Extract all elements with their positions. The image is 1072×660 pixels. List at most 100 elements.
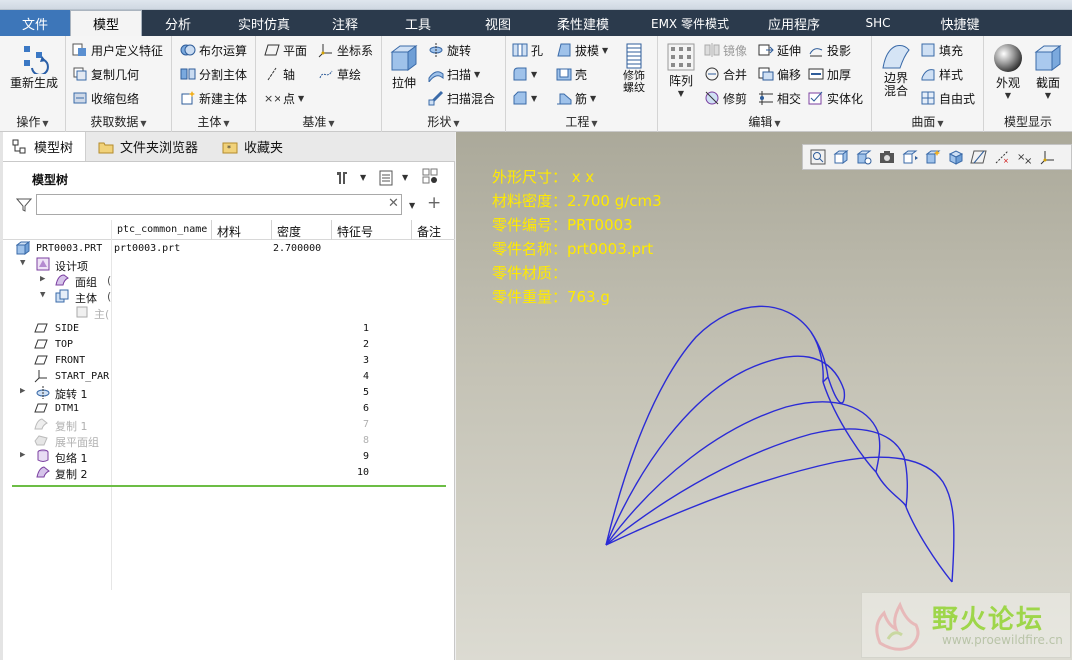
- tree-row-datum-front[interactable]: FRONT 3: [0, 352, 455, 368]
- tab-annotate[interactable]: 注释: [314, 10, 376, 36]
- hole-button[interactable]: 孔: [512, 40, 543, 60]
- display-style-icon[interactable]: [901, 148, 919, 166]
- sketch-button[interactable]: 草绘: [318, 64, 361, 84]
- column-notes[interactable]: 备注: [417, 223, 441, 240]
- expand-arrow-icon[interactable]: ▶: [20, 450, 25, 460]
- search-dropdown-icon[interactable]: ▼: [409, 201, 415, 210]
- tree-row-design-items[interactable]: ▼ 设计项: [0, 256, 455, 273]
- axis-button[interactable]: 轴: [264, 64, 295, 84]
- tab-live-simulation[interactable]: 实时仿真: [214, 10, 314, 36]
- tree-settings-dropdown-icon[interactable]: ▼: [360, 173, 366, 182]
- tree-row-datum-side[interactable]: SIDE 1: [0, 320, 455, 336]
- tree-row-dtm1[interactable]: DTM1 6: [0, 400, 455, 416]
- boolean-button[interactable]: 布尔运算: [180, 40, 247, 60]
- show-columns-icon[interactable]: [378, 170, 394, 186]
- point-display-icon[interactable]: ××: [1016, 148, 1034, 166]
- group-surfaces-label[interactable]: 曲面 ▼: [872, 113, 983, 130]
- tree-row-bodies[interactable]: ▼ 主体 (: [0, 288, 455, 305]
- offset-button[interactable]: 偏移: [758, 64, 801, 84]
- boundary-blend-button[interactable]: 边界混合: [876, 42, 916, 98]
- coordsys-button[interactable]: 坐标系: [318, 40, 373, 60]
- axis-display-icon[interactable]: ×: [993, 148, 1011, 166]
- plane-button[interactable]: 平面: [264, 40, 307, 60]
- group-datum-label[interactable]: 基准 ▼: [256, 113, 381, 130]
- tree-row-revolve[interactable]: ▶ 旋转 1 5: [0, 384, 455, 401]
- split-body-button[interactable]: 分割主体: [180, 64, 247, 84]
- project-button[interactable]: 投影: [808, 40, 851, 60]
- tab-tools[interactable]: 工具: [376, 10, 460, 36]
- group-shapes-label[interactable]: 形状 ▼: [382, 113, 505, 130]
- graphics-window[interactable]: × × × 外形尺寸： x x 材料密度：2.700 g/cm3 零件编号：PRT…: [456, 132, 1072, 660]
- draft-button[interactable]: 拔模 ▼: [556, 40, 608, 60]
- tab-folder-browser[interactable]: 文件夹浏览器: [86, 132, 210, 161]
- style-button[interactable]: 样式: [920, 64, 963, 84]
- insert-indicator-line[interactable]: [12, 485, 446, 487]
- wireframe-curve[interactable]: [605, 456, 955, 583]
- freestyle-button[interactable]: 自由式: [920, 88, 975, 108]
- tree-row-coordsys[interactable]: START_PAR 4: [0, 368, 455, 384]
- column-common-name[interactable]: ptc_common_name: [117, 224, 207, 235]
- extend-button[interactable]: 延伸: [758, 40, 801, 60]
- tree-row-main-body[interactable]: 主(: [0, 304, 455, 321]
- add-filter-icon[interactable]: +: [427, 193, 441, 213]
- wireframe-curve[interactable]: [822, 381, 907, 508]
- perspective-icon[interactable]: [924, 148, 942, 166]
- wireframe-curve[interactable]: [605, 401, 881, 546]
- tree-row-quilts[interactable]: ▶ 面组 (: [0, 272, 455, 289]
- filter-funnel-icon[interactable]: [16, 197, 32, 213]
- group-editing-label[interactable]: 编辑 ▼: [658, 113, 871, 130]
- collapse-arrow-icon[interactable]: ▼: [20, 258, 25, 268]
- udf-button[interactable]: 用户定义特征: [72, 40, 163, 60]
- tab-shc[interactable]: SHC: [838, 10, 918, 36]
- appearance-button[interactable]: 外观 ▼: [988, 42, 1028, 100]
- point-button[interactable]: ×× 点 ▼: [264, 88, 304, 108]
- pattern-button[interactable]: 阵列 ▼: [662, 42, 700, 98]
- expand-arrow-icon[interactable]: ▶: [40, 274, 45, 284]
- tab-model[interactable]: 模型: [70, 10, 142, 36]
- column-feature-number[interactable]: 特征号: [337, 223, 373, 240]
- sweep-button[interactable]: 扫描 ▼: [428, 64, 480, 84]
- tree-filter-toggle-icon[interactable]: [422, 168, 438, 184]
- tab-analysis[interactable]: 分析: [142, 10, 214, 36]
- wireframe-curve[interactable]: [605, 355, 846, 546]
- rib-button[interactable]: 筋 ▼: [556, 88, 596, 108]
- tab-favorites[interactable]: * 收藏夹: [210, 132, 295, 161]
- cosmetic-thread-button[interactable]: 修饰螺纹: [616, 42, 652, 94]
- group-get-data-label[interactable]: 获取数据 ▼: [66, 113, 171, 130]
- group-operations-label[interactable]: 操作 ▼: [0, 113, 65, 130]
- clear-search-icon[interactable]: ✕: [388, 196, 399, 211]
- expand-arrow-icon[interactable]: ▶: [20, 386, 25, 396]
- tab-applications[interactable]: 应用程序: [750, 10, 838, 36]
- swept-blend-button[interactable]: 扫描混合: [428, 88, 495, 108]
- wireframe-curve[interactable]: [810, 331, 824, 383]
- tab-emx-part-mode[interactable]: EMX 零件模式: [630, 10, 750, 36]
- csys-display-icon[interactable]: [1039, 148, 1057, 166]
- merge-button[interactable]: 合并: [704, 64, 747, 84]
- tree-row-datum-top[interactable]: TOP 2: [0, 336, 455, 352]
- revolve-button[interactable]: 旋转: [428, 40, 471, 60]
- plane-display-icon[interactable]: [970, 148, 988, 166]
- tab-shortcuts[interactable]: 快捷键: [918, 10, 1002, 36]
- tree-settings-icon[interactable]: [334, 170, 350, 186]
- intersect-button[interactable]: 相交: [758, 88, 801, 108]
- group-body-label[interactable]: 主体 ▼: [172, 113, 255, 130]
- copy-geometry-button[interactable]: 复制几何: [72, 64, 139, 84]
- mirror-button[interactable]: 镜像: [704, 40, 747, 60]
- tab-file[interactable]: 文件: [0, 10, 70, 36]
- wireframe-curve[interactable]: [605, 305, 829, 546]
- regenerate-button[interactable]: 重新生成: [6, 42, 62, 91]
- collapse-arrow-icon[interactable]: ▼: [40, 290, 45, 300]
- column-density[interactable]: 密度: [277, 223, 301, 240]
- solidify-button[interactable]: 实体化: [808, 88, 863, 108]
- tree-row-copy-2[interactable]: 复制 2 10: [0, 464, 455, 481]
- tab-model-tree[interactable]: 模型树: [0, 132, 87, 161]
- tree-row-copy-1[interactable]: 复制 1 7: [0, 416, 455, 433]
- fill-button[interactable]: 填充: [920, 40, 963, 60]
- chamfer-button[interactable]: ▼: [512, 88, 537, 108]
- tree-row-flatten-quilt[interactable]: 展平面组 8: [0, 432, 455, 449]
- refit-icon[interactable]: [809, 148, 827, 166]
- zoom-in-icon[interactable]: [832, 148, 850, 166]
- saved-orientations-icon[interactable]: [855, 148, 873, 166]
- round-button[interactable]: ▼: [512, 64, 537, 84]
- extrude-button[interactable]: 拉伸: [386, 42, 422, 91]
